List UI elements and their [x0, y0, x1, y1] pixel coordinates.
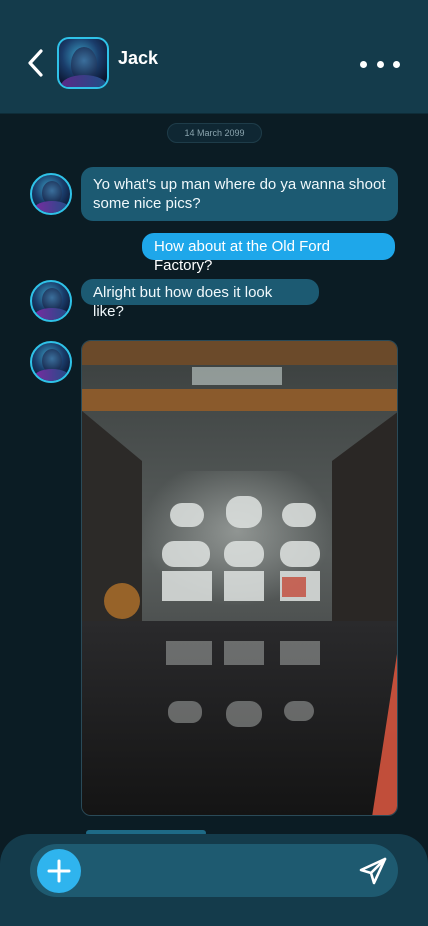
- add-attachment-button[interactable]: [37, 849, 81, 893]
- send-button[interactable]: [356, 854, 390, 888]
- send-icon: [359, 857, 387, 885]
- avatar-shoulders: [34, 308, 70, 320]
- plus-icon: [47, 859, 71, 883]
- more-horizontal-icon: [360, 60, 367, 68]
- message-image[interactable]: [81, 340, 398, 816]
- back-button[interactable]: [22, 46, 48, 80]
- contact-avatar-small[interactable]: [30, 280, 72, 322]
- contact-avatar-small[interactable]: [30, 173, 72, 215]
- message-received[interactable]: Alright but how does it look like?: [81, 279, 319, 320]
- message-input[interactable]: [92, 852, 342, 890]
- avatar-shoulders: [34, 201, 70, 213]
- chevron-left-icon: [28, 49, 43, 77]
- contact-name[interactable]: Jack: [118, 48, 158, 69]
- date-separator: 14 March 2099: [167, 123, 262, 143]
- avatar-shoulders: [61, 75, 107, 87]
- contact-avatar[interactable]: [57, 37, 109, 89]
- message-received[interactable]: Yo what's up man where do ya wanna shoot…: [81, 167, 398, 221]
- message-sent[interactable]: How about at the Old Ford Factory?: [142, 233, 395, 274]
- avatar-shoulders: [34, 369, 70, 381]
- more-horizontal-icon: [376, 60, 384, 68]
- contact-avatar-small[interactable]: [30, 341, 72, 383]
- more-options-button[interactable]: [360, 56, 400, 72]
- more-horizontal-icon: [393, 60, 400, 68]
- factory-photo: [82, 341, 397, 815]
- chat-header: Jack: [0, 0, 428, 114]
